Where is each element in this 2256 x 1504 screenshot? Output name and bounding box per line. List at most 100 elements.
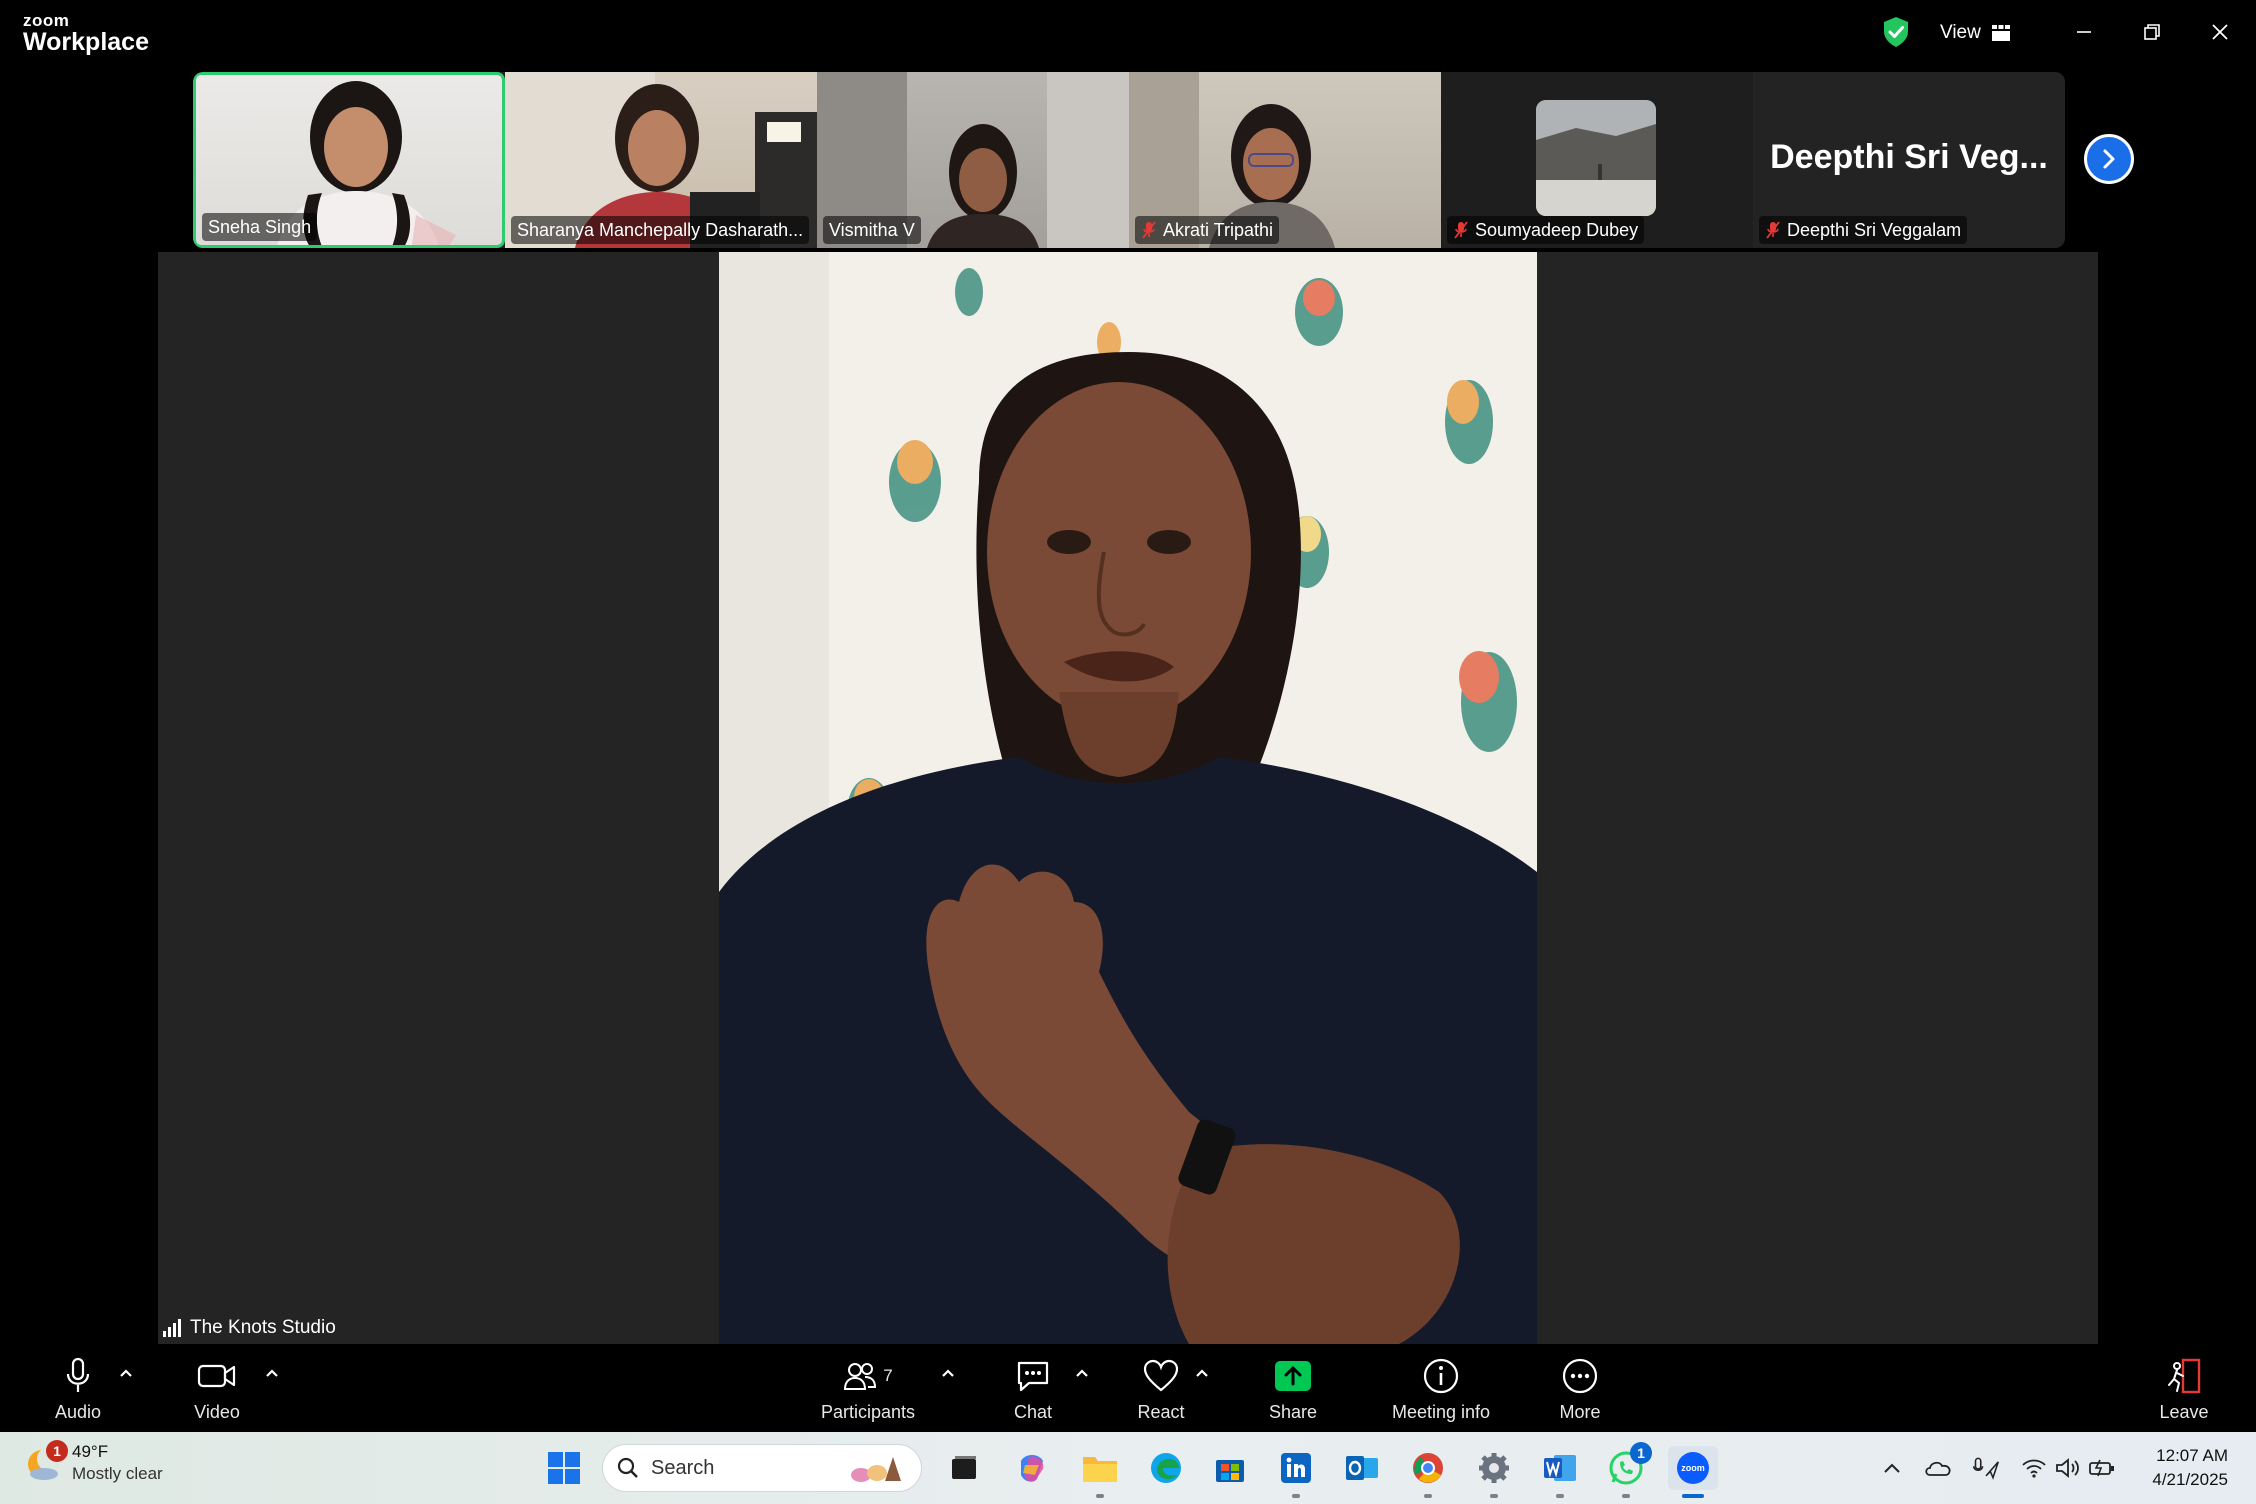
minimize-icon [2077, 31, 2091, 33]
participant-name-label: Sneha Singh [202, 213, 318, 241]
participant-strip: Sneha Singh Sharanya Manchepally Dashara… [193, 72, 2065, 248]
battery-charging-icon [2089, 1459, 2114, 1477]
video-button[interactable]: Video [180, 1354, 254, 1428]
volume-tray[interactable] [2054, 1454, 2082, 1482]
participant-tile-soumyadeep[interactable]: Soumyadeep Dubey [1441, 72, 1753, 248]
chat-label: Chat [1013, 1402, 1053, 1422]
participant-tile-vismitha[interactable]: Vismitha V [817, 72, 1129, 248]
weather-widget[interactable]: 49°F Mostly clear [24, 1442, 163, 1484]
task-view-button[interactable] [942, 1446, 986, 1490]
more-label: More [1559, 1402, 1601, 1422]
participant-name: Sneha Singh [208, 217, 312, 237]
onedrive-tray[interactable] [1924, 1454, 1952, 1482]
react-button[interactable]: React [1126, 1354, 1196, 1428]
chevron-right-icon [2103, 149, 2115, 169]
restore-button[interactable] [2132, 14, 2172, 50]
file-explorer-app[interactable] [1078, 1446, 1122, 1490]
chrome-app[interactable] [1406, 1446, 1450, 1490]
view-button[interactable]: View [1940, 18, 2011, 48]
chat-button[interactable]: Chat [1000, 1354, 1066, 1428]
minimize-button[interactable] [2064, 14, 2104, 50]
outlook-icon [1346, 1456, 1378, 1480]
brand-big: Workplace [23, 28, 149, 56]
meeting-info-button[interactable]: Meeting info [1380, 1354, 1502, 1428]
wifi-icon [2022, 1459, 2046, 1478]
chat-options-caret-icon[interactable] [1072, 1366, 1092, 1380]
leave-label: Leave [2159, 1402, 2209, 1422]
settings-running-indicator [1490, 1494, 1498, 1498]
audio-button[interactable]: Audio [42, 1354, 114, 1428]
weather-description: Mostly clear [72, 1464, 163, 1483]
close-icon [2212, 24, 2228, 40]
taskbar-search[interactable]: Search [602, 1444, 922, 1492]
participant-name-label: Akrati Tripathi [1135, 216, 1280, 244]
system-clock[interactable]: 12:07 AM 4/21/2025 [2152, 1444, 2228, 1492]
microsoft-store-app[interactable] [1208, 1446, 1252, 1490]
edge-app[interactable] [1144, 1446, 1188, 1490]
share-screen-icon [1275, 1361, 1311, 1391]
zoom-active-indicator [1682, 1494, 1704, 1498]
audio-options-caret-icon[interactable] [116, 1366, 136, 1380]
participant-name-label: Sharanya Manchepally Dasharath... [511, 216, 810, 244]
whatsapp-notification-badge: 1 [1630, 1442, 1652, 1464]
outlook-app[interactable] [1340, 1446, 1384, 1490]
chrome-running-indicator [1424, 1494, 1432, 1498]
meeting-info-label: Meeting info [1391, 1402, 1491, 1422]
weather-temperature: 49°F [72, 1442, 109, 1461]
word-app[interactable] [1538, 1446, 1582, 1490]
participants-button[interactable]: 7 Participants [808, 1354, 928, 1428]
search-highlight-icon [851, 1457, 901, 1482]
participant-tile-akrati[interactable]: Akrati Tripathi [1129, 72, 1441, 248]
copilot-app[interactable] [1010, 1446, 1054, 1490]
audio-label: Audio [54, 1402, 102, 1422]
edge-browser-icon [1151, 1453, 1181, 1483]
next-page-button[interactable] [2084, 134, 2134, 184]
video-label: Video [194, 1402, 240, 1422]
zoom-app[interactable]: zoom [1668, 1446, 1718, 1490]
mic-location-tray[interactable] [1972, 1454, 2000, 1482]
word-running-indicator [1556, 1494, 1564, 1498]
share-button[interactable]: Share [1260, 1354, 1326, 1428]
speaker-volume-icon [2056, 1458, 2079, 1478]
windows-taskbar: 49°F Mostly clear 1 Search 1 zoom 12:07 … [0, 1432, 2256, 1504]
participant-name-label: Deepthi Sri Veggalam [1759, 216, 1968, 244]
participant-tile-sharanya[interactable]: Sharanya Manchepally Dasharath... [505, 72, 817, 248]
participant-tile-sneha-singh[interactable]: Sneha Singh [193, 72, 505, 248]
mic-muted-icon [1454, 221, 1468, 239]
share-label: Share [1268, 1402, 1318, 1422]
file-explorer-running-indicator [1096, 1494, 1104, 1498]
participants-count: 7 [883, 1366, 893, 1385]
chat-bubble-icon [1017, 1361, 1049, 1392]
leave-door-icon [2168, 1358, 2201, 1394]
more-button[interactable]: More [1552, 1354, 1608, 1428]
speaker-name: The Knots Studio [190, 1317, 336, 1338]
search-icon [617, 1457, 638, 1478]
linkedin-icon [1281, 1453, 1311, 1483]
close-button[interactable] [2200, 14, 2240, 50]
view-grid-icon [1991, 25, 2010, 41]
restore-icon [2144, 24, 2160, 40]
leave-button[interactable]: Leave [2156, 1354, 2212, 1428]
folder-icon [1083, 1457, 1117, 1482]
wifi-tray[interactable] [2020, 1454, 2048, 1482]
tray-overflow-button[interactable] [1878, 1454, 1906, 1482]
linkedin-app[interactable] [1274, 1446, 1318, 1490]
participants-options-caret-icon[interactable] [938, 1366, 958, 1380]
start-button[interactable] [542, 1446, 586, 1490]
speaker-video[interactable] [719, 252, 1537, 1344]
react-options-caret-icon[interactable] [1192, 1366, 1212, 1380]
settings-app[interactable] [1472, 1446, 1516, 1490]
mic-muted-icon [1142, 221, 1156, 239]
heart-icon [1143, 1359, 1179, 1392]
settings-gear-icon [1479, 1453, 1509, 1483]
participant-name: Sharanya Manchepally Dasharath... [517, 220, 804, 240]
task-view-icon [952, 1456, 976, 1479]
video-options-caret-icon[interactable] [262, 1366, 282, 1380]
participant-tile-deepthi[interactable]: Deepthi Sri Veg... Deepthi Sri Veggalam [1753, 72, 2065, 248]
participant-name: Akrati Tripathi [1163, 220, 1274, 240]
react-label: React [1137, 1402, 1185, 1422]
battery-tray[interactable] [2088, 1454, 2116, 1482]
security-shield-icon[interactable] [1882, 16, 1910, 48]
cloud-icon [1925, 1461, 1951, 1476]
chevron-up-icon [1884, 1463, 1900, 1473]
